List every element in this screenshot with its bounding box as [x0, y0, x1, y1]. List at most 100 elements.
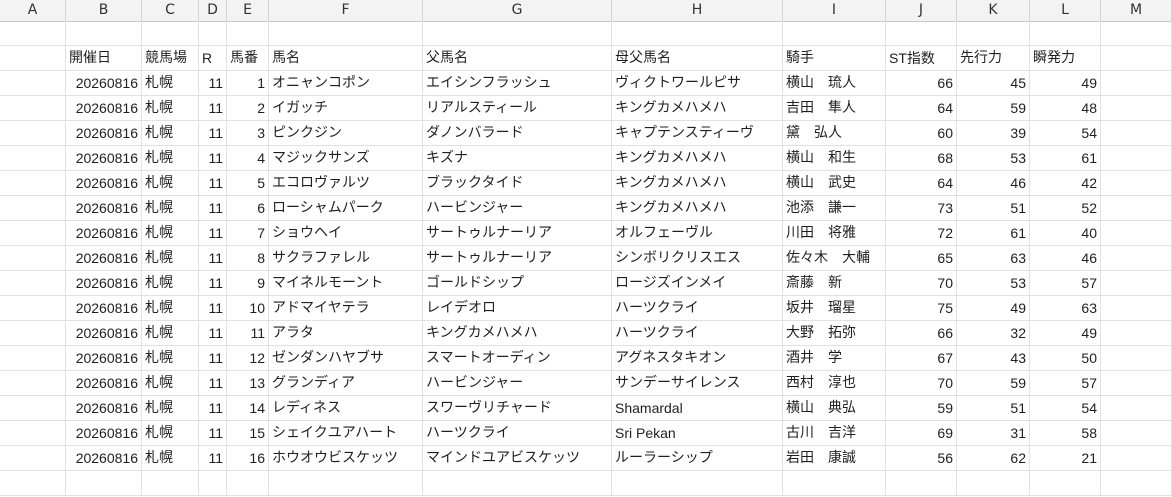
cell[interactable] [886, 21, 957, 46]
data-cell[interactable]: 吉田 隼人 [783, 96, 886, 121]
data-cell[interactable]: 73 [886, 196, 957, 221]
data-cell[interactable]: 72 [886, 221, 957, 246]
data-cell[interactable]: 20260816 [66, 271, 142, 296]
data-cell[interactable]: 49 [1030, 71, 1101, 96]
data-cell[interactable]: 20260816 [66, 421, 142, 446]
data-cell[interactable]: ゴールドシップ [423, 271, 612, 296]
cell[interactable] [1101, 271, 1172, 296]
data-cell[interactable]: 11 [199, 171, 227, 196]
data-cell[interactable]: 31 [957, 421, 1030, 446]
data-cell[interactable]: シェイクユアハート [269, 421, 423, 446]
data-cell[interactable]: 11 [199, 421, 227, 446]
data-cell[interactable]: キズナ [423, 146, 612, 171]
cell[interactable] [783, 21, 886, 46]
cell[interactable] [783, 471, 886, 496]
data-cell[interactable]: 64 [886, 96, 957, 121]
data-cell[interactable]: キングカメハメハ [423, 321, 612, 346]
data-cell[interactable]: グランディア [269, 371, 423, 396]
data-cell[interactable]: オニャンコポン [269, 71, 423, 96]
data-cell[interactable]: 56 [886, 446, 957, 471]
data-cell[interactable]: 11 [199, 321, 227, 346]
data-cell[interactable]: 20260816 [66, 396, 142, 421]
spreadsheet-grid[interactable]: ABCDEFGHIJKLM 開催日 競馬場 R 馬番 馬名 父馬名 母父馬名 騎手 ST指数 先行… [0, 0, 1172, 497]
data-cell[interactable]: 札幌 [142, 221, 199, 246]
header-cell[interactable]: R [199, 46, 227, 71]
cell[interactable] [612, 471, 783, 496]
cell[interactable] [0, 196, 66, 221]
data-cell[interactable]: 11 [199, 221, 227, 246]
data-cell[interactable]: ショウヘイ [269, 221, 423, 246]
data-cell[interactable]: 67 [886, 346, 957, 371]
data-cell[interactable]: アグネスタキオン [612, 346, 783, 371]
data-cell[interactable]: ブラックタイド [423, 171, 612, 196]
cell[interactable] [0, 446, 66, 471]
cell[interactable] [1030, 21, 1101, 46]
cell[interactable] [1101, 171, 1172, 196]
data-cell[interactable]: アドマイヤテラ [269, 296, 423, 321]
data-cell[interactable]: 66 [886, 321, 957, 346]
data-cell[interactable]: 9 [227, 271, 269, 296]
cell[interactable] [1101, 321, 1172, 346]
data-cell[interactable]: 60 [886, 121, 957, 146]
header-cell[interactable]: 瞬発力 [1030, 46, 1101, 71]
cell[interactable] [0, 246, 66, 271]
column-header-k[interactable]: K [957, 0, 1030, 21]
cell[interactable] [0, 321, 66, 346]
header-cell[interactable]: 馬番 [227, 46, 269, 71]
data-cell[interactable]: 20260816 [66, 446, 142, 471]
data-cell[interactable]: 50 [1030, 346, 1101, 371]
data-cell[interactable]: 岩田 康誠 [783, 446, 886, 471]
data-cell[interactable]: 西村 淳也 [783, 371, 886, 396]
data-cell[interactable]: ヴィクトワールピサ [612, 71, 783, 96]
data-cell[interactable]: 札幌 [142, 371, 199, 396]
data-cell[interactable]: Sri Pekan [612, 421, 783, 446]
data-cell[interactable]: 6 [227, 196, 269, 221]
data-cell[interactable]: シンボリクリスエス [612, 246, 783, 271]
data-cell[interactable]: ルーラーシップ [612, 446, 783, 471]
data-cell[interactable]: 59 [957, 371, 1030, 396]
data-cell[interactable]: 札幌 [142, 321, 199, 346]
data-cell[interactable]: 53 [957, 146, 1030, 171]
data-cell[interactable]: 53 [957, 271, 1030, 296]
data-cell[interactable]: 42 [1030, 171, 1101, 196]
data-cell[interactable]: 45 [957, 71, 1030, 96]
data-cell[interactable]: 68 [886, 146, 957, 171]
data-cell[interactable]: 20260816 [66, 71, 142, 96]
cell[interactable] [957, 471, 1030, 496]
cell[interactable] [0, 121, 66, 146]
header-cell[interactable]: 開催日 [66, 46, 142, 71]
data-cell[interactable]: 札幌 [142, 196, 199, 221]
data-cell[interactable]: 63 [1030, 296, 1101, 321]
data-cell[interactable]: 70 [886, 371, 957, 396]
data-cell[interactable]: 39 [957, 121, 1030, 146]
cell[interactable] [1101, 121, 1172, 146]
data-cell[interactable]: 11 [199, 196, 227, 221]
data-cell[interactable]: 2 [227, 96, 269, 121]
cell[interactable] [0, 271, 66, 296]
data-cell[interactable]: スワーヴリチャード [423, 396, 612, 421]
data-cell[interactable]: 40 [1030, 221, 1101, 246]
data-cell[interactable]: イガッチ [269, 96, 423, 121]
data-cell[interactable]: 11 [199, 96, 227, 121]
column-header-c[interactable]: C [142, 0, 199, 21]
header-cell[interactable]: 騎手 [783, 46, 886, 71]
data-cell[interactable]: サートゥルナーリア [423, 221, 612, 246]
data-cell[interactable]: 20260816 [66, 121, 142, 146]
data-cell[interactable]: 20260816 [66, 146, 142, 171]
data-cell[interactable]: ハーツクライ [612, 296, 783, 321]
data-cell[interactable]: 川田 将雅 [783, 221, 886, 246]
cell[interactable] [227, 21, 269, 46]
data-cell[interactable]: ハーツクライ [612, 321, 783, 346]
data-cell[interactable]: 65 [886, 246, 957, 271]
data-cell[interactable]: ホウオウビスケッツ [269, 446, 423, 471]
cell[interactable] [423, 471, 612, 496]
data-cell[interactable]: エコロヴァルツ [269, 171, 423, 196]
data-cell[interactable]: 11 [199, 446, 227, 471]
data-cell[interactable]: 斎藤 新 [783, 271, 886, 296]
data-cell[interactable]: 札幌 [142, 446, 199, 471]
column-header-b[interactable]: B [66, 0, 142, 21]
data-cell[interactable]: キングカメハメハ [612, 196, 783, 221]
data-cell[interactable]: レイデオロ [423, 296, 612, 321]
cell[interactable] [886, 471, 957, 496]
data-cell[interactable]: 46 [957, 171, 1030, 196]
